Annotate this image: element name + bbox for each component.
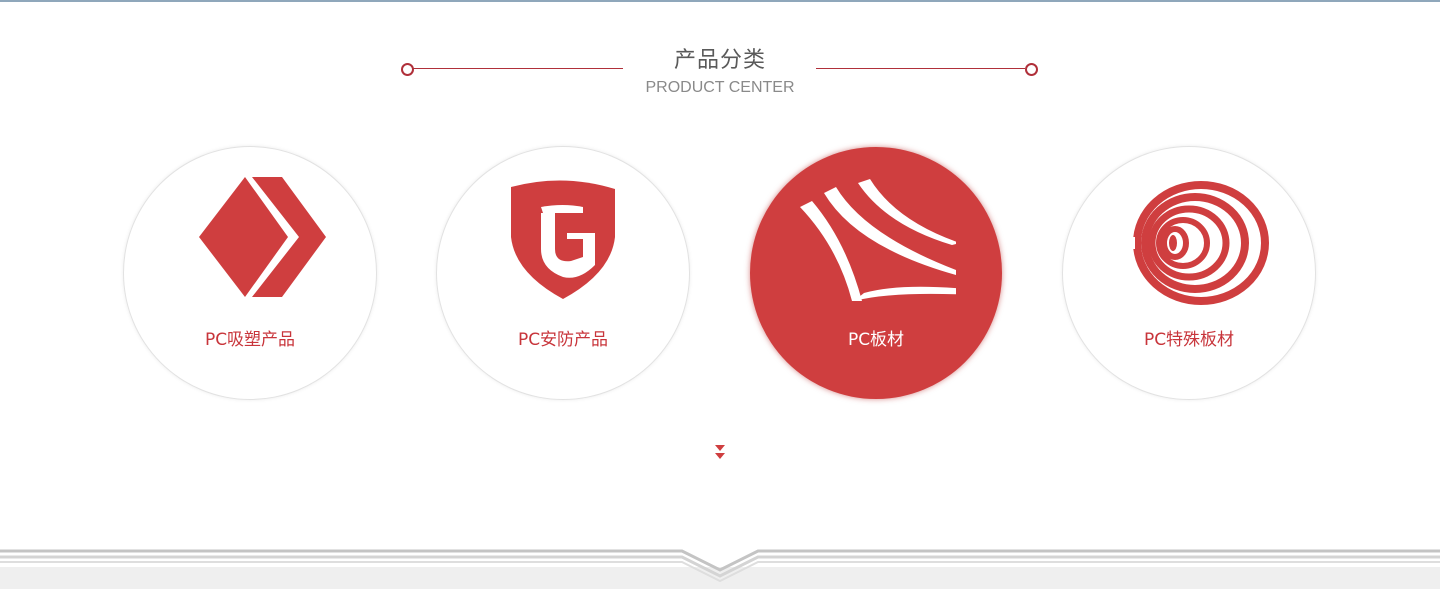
- bottom-divider: [0, 549, 1440, 589]
- section-header: 产品分类 PRODUCT CENTER: [0, 40, 1440, 100]
- category-label: PC特殊板材: [1143, 330, 1235, 350]
- left-ornament-dot: [401, 63, 414, 76]
- category-pc-special-sheet[interactable]: PC特殊板材: [1063, 147, 1315, 399]
- top-rule: [0, 0, 1440, 2]
- category-label: PC板材: [847, 330, 905, 350]
- category-pc-sheet[interactable]: PC板材: [750, 147, 1002, 399]
- section-title: 产品分类: [673, 48, 766, 73]
- category-pc-security[interactable]: PC安防产品: [437, 147, 689, 399]
- curved-panels-icon: [800, 179, 956, 301]
- section-subtitle: PRODUCT CENTER: [645, 79, 795, 96]
- left-ornament-line: [413, 68, 623, 69]
- chevron-diamond-icon: [199, 177, 326, 297]
- g-shield-icon: [511, 180, 615, 299]
- category-label: PC安防产品: [517, 330, 609, 350]
- scroll-down-icon[interactable]: [712, 442, 728, 464]
- category-pc-thermoformed[interactable]: PC吸塑产品: [124, 147, 376, 399]
- right-ornament-line: [816, 68, 1025, 69]
- right-ornament-dot: [1025, 63, 1038, 76]
- category-label: PC吸塑产品: [204, 330, 296, 350]
- concentric-arcs-icon: [1109, 181, 1269, 305]
